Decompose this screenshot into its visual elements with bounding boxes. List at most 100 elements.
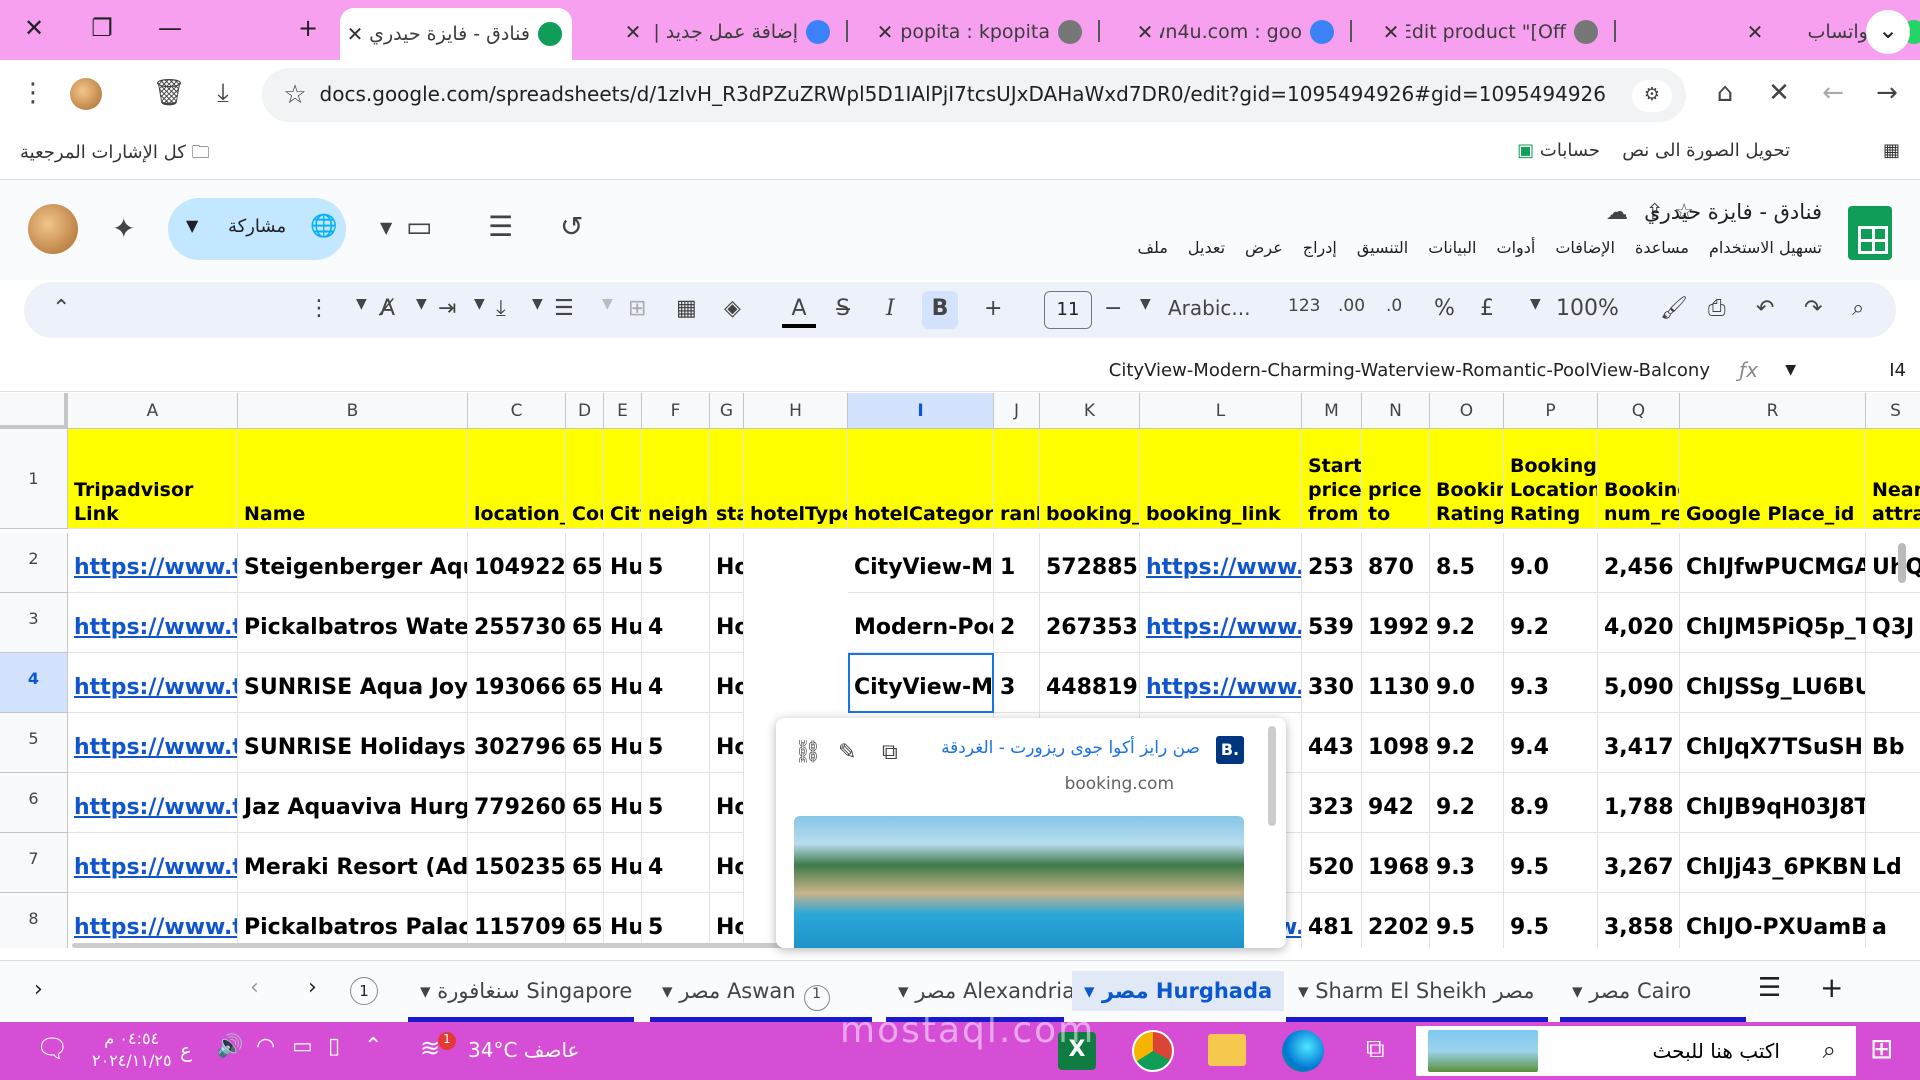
- table-cell[interactable]: 65: [566, 773, 604, 833]
- table-cell[interactable]: 9.2: [1504, 593, 1598, 653]
- close-tab-icon[interactable]: ✕: [1740, 20, 1770, 44]
- table-cell[interactable]: 65: [566, 893, 604, 948]
- header-cell[interactable]: booking_link: [1140, 429, 1302, 529]
- table-cell[interactable]: https://www.tr: [68, 833, 238, 893]
- table-cell[interactable]: Hotel: [710, 893, 744, 948]
- chrome-app-icon[interactable]: [1132, 1030, 1174, 1072]
- table-cell[interactable]: Meraki Resort (Adult: [238, 833, 468, 893]
- table-cell[interactable]: 253: [1302, 533, 1362, 593]
- table-cell[interactable]: ChIJSSg_LU6BUhQR0Y: [1680, 653, 1866, 713]
- header-cell[interactable]: City: [604, 429, 642, 529]
- decrease-font-size-icon[interactable]: −: [1104, 296, 1122, 321]
- column-header[interactable]: O: [1430, 393, 1504, 429]
- column-header[interactable]: H: [744, 393, 848, 429]
- table-cell[interactable]: Hotel: [710, 713, 744, 773]
- table-cell[interactable]: 8.9: [1504, 773, 1598, 833]
- column-header[interactable]: I: [848, 393, 994, 429]
- table-cell[interactable]: 5: [642, 893, 710, 948]
- collapse-menu-chevron-icon[interactable]: ⌃: [52, 296, 70, 321]
- sheet-tab-menu-icon[interactable]: ▾: [898, 979, 915, 1003]
- table-cell[interactable]: 9.2: [1430, 593, 1504, 653]
- table-cell[interactable]: 9.5: [1504, 893, 1598, 948]
- merge-dropdown-icon[interactable]: ▼: [602, 296, 613, 312]
- header-cell[interactable]: neighborhood: [642, 429, 710, 529]
- profile-avatar[interactable]: [70, 78, 102, 110]
- table-cell[interactable]: https://www.tr: [68, 533, 238, 593]
- table-cell[interactable]: 3,267: [1598, 833, 1680, 893]
- table-cell[interactable]: Q3J: [1866, 593, 1920, 653]
- decrease-decimal-button[interactable]: .0: [1386, 296, 1402, 316]
- close-window-icon[interactable]: ✕: [14, 14, 54, 42]
- vertical-align-icon[interactable]: ⤓: [496, 296, 506, 321]
- sheet-tab[interactable]: ▾ مصر Alexandria: [886, 971, 1075, 1011]
- menu-item[interactable]: أدوات: [1497, 238, 1536, 257]
- table-cell[interactable]: 5: [642, 533, 710, 593]
- apps-grid-icon[interactable]: ▦: [1883, 140, 1900, 161]
- horizontal-align-icon[interactable]: ☰: [554, 296, 574, 321]
- row-header[interactable]: 5: [0, 713, 68, 773]
- valign-dropdown-icon[interactable]: ▼: [474, 296, 485, 312]
- table-cell[interactable]: 443: [1302, 713, 1362, 773]
- column-header[interactable]: A: [68, 393, 238, 429]
- table-cell[interactable]: 330: [1302, 653, 1362, 713]
- table-cell[interactable]: Pickalbatros Water V: [238, 593, 468, 653]
- table-cell[interactable]: https://www.b: [1140, 653, 1302, 713]
- bookmark-star-icon[interactable]: ☆: [278, 80, 312, 110]
- table-cell[interactable]: 9.0: [1504, 533, 1598, 593]
- table-cell[interactable]: 65: [566, 593, 604, 653]
- minimize-window-icon[interactable]: —: [150, 14, 190, 42]
- menu-item[interactable]: ملف: [1137, 238, 1167, 257]
- halign-dropdown-icon[interactable]: ▼: [532, 296, 543, 312]
- vertical-scrollbar[interactable]: [1898, 543, 1906, 583]
- table-cell[interactable]: 7792609: [468, 773, 566, 833]
- document-title[interactable]: فنادق - فايزة حيدري: [1644, 200, 1822, 224]
- name-box[interactable]: I4: [1889, 360, 1906, 381]
- scroll-tabs-right-icon[interactable]: ›: [308, 975, 317, 1000]
- row-header[interactable]: 6: [0, 773, 68, 833]
- battery-icon[interactable]: ▭: [292, 1034, 313, 1059]
- row-header[interactable]: 4: [0, 653, 68, 713]
- header-cell[interactable]: Booking num_reviews: [1598, 429, 1680, 529]
- gemini-sparkle-icon[interactable]: ✦: [112, 212, 135, 245]
- table-cell[interactable]: 9.2: [1430, 773, 1504, 833]
- sheet-tab-menu-icon[interactable]: ▾: [1572, 979, 1589, 1003]
- version-history-icon[interactable]: ↺: [560, 210, 583, 243]
- borders-icon[interactable]: ▦: [676, 296, 697, 321]
- table-cell[interactable]: 4,020: [1598, 593, 1680, 653]
- header-cell[interactable]: hotelType: [744, 429, 848, 529]
- comments-icon[interactable]: ☰: [488, 210, 513, 243]
- column-header[interactable]: E: [604, 393, 642, 429]
- sheet-tab-menu-icon[interactable]: ▾: [420, 979, 437, 1003]
- header-cell[interactable]: Name: [238, 429, 468, 529]
- volume-icon[interactable]: 🔊: [216, 1034, 243, 1059]
- sheet-tab-menu-icon[interactable]: ▾: [662, 979, 679, 1003]
- table-cell[interactable]: 1968: [1362, 833, 1430, 893]
- font-size-input[interactable]: 11: [1044, 291, 1092, 329]
- copy-link-icon[interactable]: ⧉: [882, 740, 898, 765]
- row-header[interactable]: 8: [0, 893, 68, 948]
- table-cell[interactable]: Hotel: [710, 833, 744, 893]
- table-cell[interactable]: 9.3: [1504, 653, 1598, 713]
- all-sheets-list-icon[interactable]: ☰: [1758, 973, 1781, 1003]
- table-cell[interactable]: 1502358: [468, 833, 566, 893]
- table-cell[interactable]: 4: [642, 833, 710, 893]
- video-call-icon[interactable]: ▭: [406, 210, 432, 243]
- home-icon[interactable]: ⌂: [1708, 78, 1742, 108]
- table-cell[interactable]: Hotel: [710, 773, 744, 833]
- table-cell[interactable]: 5,090: [1598, 653, 1680, 713]
- back-icon[interactable]: →: [1870, 78, 1904, 108]
- header-cell[interactable]: Country: [566, 429, 604, 529]
- table-cell[interactable]: 1130: [1362, 653, 1430, 713]
- text-wrap-icon[interactable]: ⇥: [438, 296, 456, 321]
- percent-format-button[interactable]: %: [1434, 296, 1455, 321]
- menu-item[interactable]: إدراج: [1303, 238, 1337, 257]
- table-cell[interactable]: 481: [1302, 893, 1362, 948]
- table-cell[interactable]: 4: [642, 593, 710, 653]
- browser-menu-icon[interactable]: ⋮: [16, 78, 50, 108]
- table-cell[interactable]: 65: [566, 713, 604, 773]
- table-cell[interactable]: https://www.tr: [68, 773, 238, 833]
- table-cell[interactable]: https://www.b: [1140, 533, 1302, 593]
- table-cell[interactable]: Ld: [1866, 833, 1920, 893]
- zoom-dropdown-icon[interactable]: ▼: [1530, 296, 1541, 312]
- column-header[interactable]: M: [1302, 393, 1362, 429]
